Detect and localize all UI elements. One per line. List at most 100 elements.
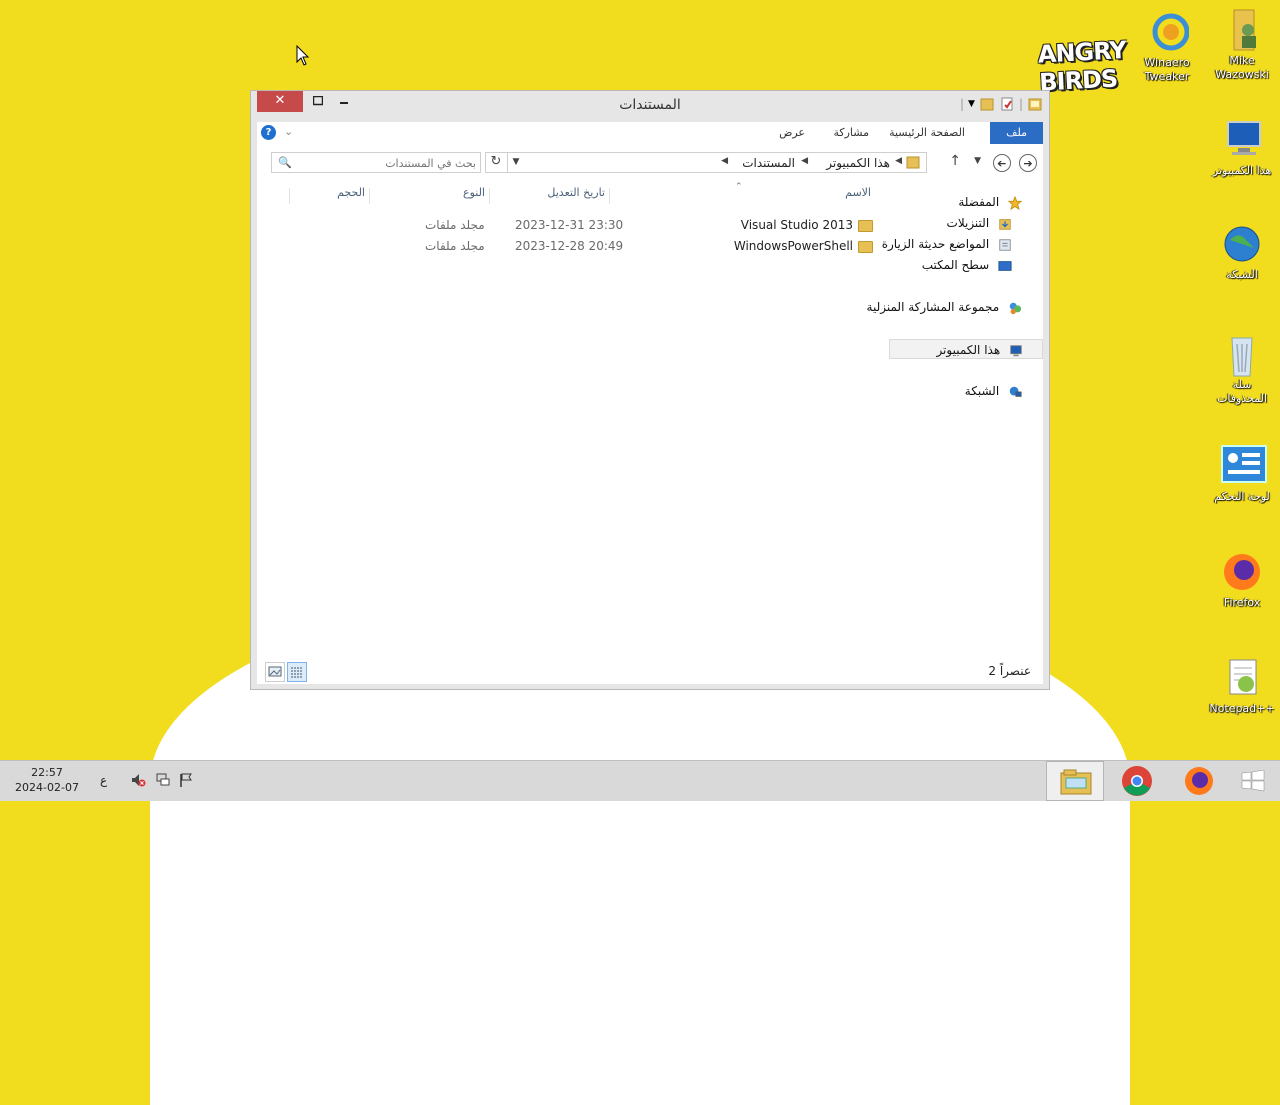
up-arrow-icon[interactable]: ↑	[949, 153, 961, 169]
tab-file[interactable]: ملف	[990, 122, 1043, 144]
file-type: مجلد ملفات	[425, 218, 485, 232]
clock-time: 22:57	[31, 766, 63, 779]
desktop-icon-network[interactable]: الشبكة	[1206, 222, 1278, 282]
taskbar-chrome[interactable]	[1108, 761, 1166, 801]
network-tray-icon[interactable]	[155, 772, 171, 788]
start-button[interactable]	[1226, 761, 1280, 801]
explorer-window: ✕ المستندات | ▼ | ? ⌄ ملف الصفحة الرئيسي…	[250, 90, 1050, 690]
table-row[interactable]: Visual Studio 2013 2023-12-31 23:30 مجلد…	[257, 215, 873, 236]
large-icons-view-button[interactable]	[265, 662, 285, 682]
tab-home[interactable]: الصفحة الرئيسية	[881, 122, 973, 144]
column-header-name[interactable]: الاسم	[615, 186, 873, 208]
column-header-modified[interactable]: تاريخ التعديل	[497, 186, 605, 208]
winaero-tweaker-icon	[1145, 10, 1190, 54]
desktop-icon-recycle-bin[interactable]: سلة المحذوفات	[1206, 332, 1278, 406]
star-icon	[1007, 195, 1023, 210]
clock[interactable]: 22:57 2024-02-07	[10, 765, 84, 795]
desktop-icon-computer[interactable]: هذا الكمبيوتر	[1206, 118, 1278, 178]
ribbon-expand-chevron-icon[interactable]: ⌄	[284, 125, 293, 138]
taskbar: 22:57 2024-02-07 ع	[0, 760, 1280, 801]
column-separator[interactable]	[609, 188, 610, 204]
new-folder-icon[interactable]	[979, 96, 995, 112]
desktop-icon-mike[interactable]: Mike Wazowski	[1206, 8, 1278, 82]
nav-desktop[interactable]: سطح المكتب	[922, 255, 1013, 275]
nav-favorites[interactable]: المفضلة	[958, 192, 1023, 212]
breadcrumb-separator-icon[interactable]: ◀	[895, 156, 902, 166]
file-modified: 2023-12-28 20:49	[515, 239, 624, 253]
desktop-icon-label: Mike Wazowski	[1215, 54, 1269, 81]
search-input[interactable]	[294, 154, 478, 173]
chrome-icon	[1122, 766, 1152, 796]
details-icon	[291, 667, 303, 678]
details-view-button[interactable]	[287, 662, 307, 682]
address-history-dropdown-icon[interactable]: ▼	[507, 152, 525, 173]
column-header-type[interactable]: النوع	[397, 186, 485, 208]
quick-access-toolbar: | ▼ |	[960, 96, 1043, 112]
taskbar-file-explorer[interactable]	[1046, 761, 1104, 801]
column-separator[interactable]	[289, 188, 290, 204]
nav-network[interactable]: الشبكة	[965, 381, 1023, 401]
tab-view[interactable]: عرض	[771, 122, 813, 144]
network-icon	[1009, 386, 1022, 397]
help-icon[interactable]: ?	[261, 125, 276, 140]
large-icons-icon	[268, 666, 282, 677]
status-bar: 2 عنصراً	[257, 660, 1043, 684]
back-button[interactable]: ➔	[1019, 154, 1037, 172]
search-box[interactable]: 🔍	[271, 152, 481, 173]
desktop-icon-control-panel[interactable]: لوحة التحكم	[1206, 444, 1278, 504]
column-header-size[interactable]: الحجم	[297, 186, 365, 208]
desktop-icon-label: لوحة التحكم	[1214, 490, 1270, 503]
desktop-icon-firefox[interactable]: Firefox	[1206, 550, 1278, 610]
file-name: Visual Studio 2013	[740, 218, 853, 232]
properties-icon[interactable]	[999, 96, 1015, 112]
volume-muted-icon[interactable]	[130, 772, 146, 788]
address-folder-icon	[906, 156, 920, 169]
breadcrumb-separator-icon[interactable]: ◀	[801, 156, 808, 166]
firefox-icon	[1220, 550, 1264, 594]
nav-downloads[interactable]: التنزيلات	[947, 213, 1013, 233]
desktop-icon-winaero[interactable]: Winaero Tweaker	[1131, 10, 1203, 84]
refresh-button[interactable]: ↻	[485, 152, 508, 173]
mouse-cursor-icon	[296, 45, 310, 66]
taskbar-firefox[interactable]	[1170, 761, 1228, 801]
navigation-bar: ➔ ➔ ▼ ↑ ◀ هذا الكمبيوتر ◀ المستندات ◀ ↻ …	[257, 144, 1043, 182]
nav-label: مجموعة المشاركة المنزلية	[866, 300, 1000, 314]
control-panel-icon	[1220, 444, 1267, 488]
column-separator[interactable]	[369, 188, 370, 204]
computer-icon	[1220, 118, 1264, 162]
column-separator[interactable]	[489, 188, 490, 204]
table-row[interactable]: WindowsPowerShell 2023-12-28 20:49 مجلد …	[257, 236, 873, 257]
recycle-bin-icon	[1220, 332, 1264, 377]
homegroup-icon	[1009, 302, 1022, 314]
file-type: مجلد ملفات	[425, 239, 485, 253]
nav-label: المواضع حديثة الزيارة	[881, 237, 990, 251]
user-folder-icon	[1220, 8, 1264, 52]
nav-recent-places[interactable]: المواضع حديثة الزيارة	[882, 234, 1013, 254]
nav-label: التنزيلات	[946, 216, 990, 230]
desktop-icon-notepadpp[interactable]: Notepad++	[1206, 656, 1278, 716]
qat-dropdown-icon[interactable]: ▼	[968, 99, 975, 109]
file-explorer-icon	[1060, 769, 1092, 795]
navigation-pane: المفضلة التنزيلات المواضع حديثة الزيارة …	[867, 182, 1043, 662]
nav-homegroup[interactable]: مجموعة المشاركة المنزلية	[867, 297, 1023, 317]
item-count: 2 عنصراً	[988, 664, 1031, 678]
title-bar[interactable]: ✕ المستندات | ▼ |	[251, 91, 1049, 119]
desktop-icon-label: سلة المحذوفات	[1217, 378, 1267, 405]
breadcrumb-separator-icon[interactable]: ◀	[721, 156, 728, 166]
breadcrumb-this-pc[interactable]: هذا الكمبيوتر	[826, 156, 890, 170]
file-name-cell: WindowsPowerShell	[734, 239, 873, 253]
search-icon: 🔍	[278, 156, 292, 169]
action-center-flag-icon[interactable]	[178, 772, 194, 788]
ribbon-tabs: ? ⌄ ملف الصفحة الرئيسية مشاركة عرض	[257, 122, 1043, 144]
breadcrumb-documents[interactable]: المستندات	[742, 156, 795, 170]
address-bar[interactable]: ◀ هذا الكمبيوتر ◀ المستندات ◀	[485, 152, 927, 173]
clock-date: 2024-02-07	[15, 781, 79, 794]
nav-label: سطح المكتب	[921, 258, 990, 272]
forward-button[interactable]: ➔	[993, 154, 1011, 172]
tab-share[interactable]: مشاركة	[825, 122, 877, 144]
recent-locations-dropdown-icon[interactable]: ▼	[974, 156, 981, 166]
desktop-icon-label: هذا الكمبيوتر	[1212, 164, 1272, 177]
nav-this-pc[interactable]: هذا الكمبيوتر	[889, 339, 1043, 359]
windows-logo-icon	[1241, 770, 1265, 792]
language-indicator[interactable]: ع	[100, 773, 107, 787]
